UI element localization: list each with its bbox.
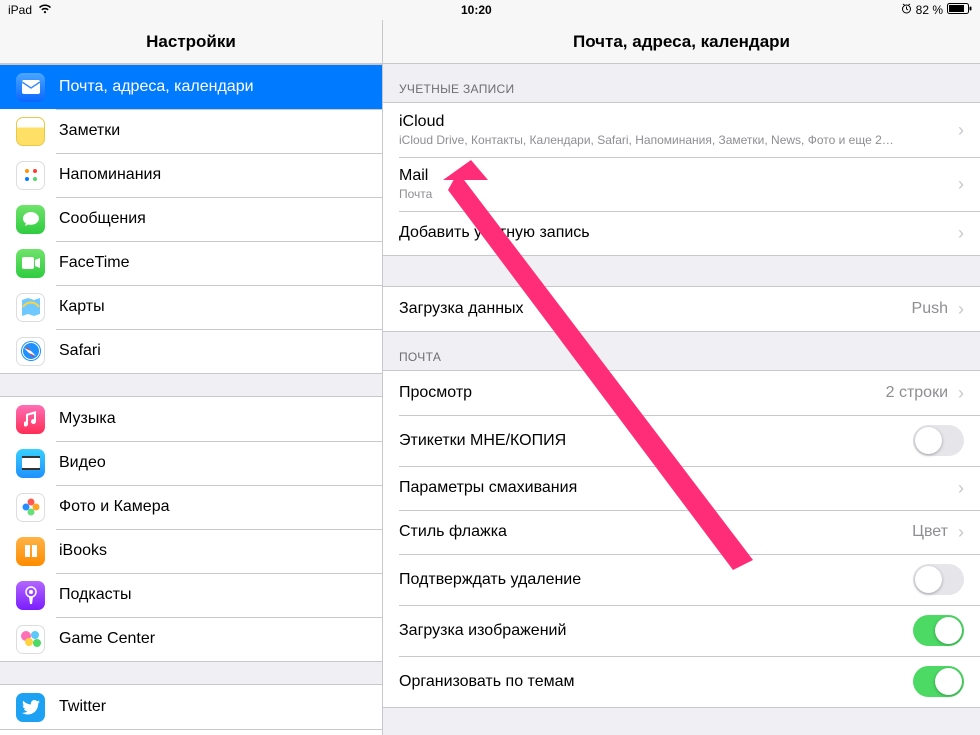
settings-row[interactable]: Подтверждать удаление: [383, 554, 980, 605]
sidebar-item-label: Карты: [59, 298, 105, 316]
safari-icon: [16, 337, 45, 366]
section-header-mail: ПОЧТА: [383, 332, 980, 370]
settings-row[interactable]: Параметры смахивания›: [383, 466, 980, 510]
sidebar-item-label: Game Center: [59, 630, 155, 648]
sidebar-item-ibooks[interactable]: iBooks: [0, 529, 382, 573]
row-title: Добавить учетную запись: [399, 224, 954, 242]
video-icon: [16, 449, 45, 478]
mail-icon: [16, 73, 45, 102]
row-value: 2 строки: [886, 384, 954, 402]
toggle-switch[interactable]: [913, 564, 964, 595]
sidebar-item-mail[interactable]: Почта, адреса, календари: [0, 65, 382, 109]
sidebar-item-music[interactable]: Музыка: [0, 397, 382, 441]
wifi-icon: [38, 3, 52, 17]
row-title: iCloud: [399, 113, 954, 131]
settings-row[interactable]: Стиль флажкаЦвет›: [383, 510, 980, 554]
sidebar-item-rem[interactable]: Напоминания: [0, 153, 382, 197]
settings-row[interactable]: Просмотр2 строки›: [383, 371, 980, 415]
sidebar-item-label: Заметки: [59, 122, 120, 140]
chevron-right-icon: ›: [958, 522, 964, 543]
chevron-right-icon: ›: [958, 174, 964, 195]
sidebar-item-label: Музыка: [59, 410, 116, 428]
chevron-right-icon: ›: [958, 478, 964, 499]
row-value: Push: [912, 300, 954, 318]
sidebar-item-msg[interactable]: Сообщения: [0, 197, 382, 241]
sidebar-item-label: Подкасты: [59, 586, 131, 604]
chevron-right-icon: ›: [958, 299, 964, 320]
section-header-accounts: УЧЕТНЫЕ ЗАПИСИ: [383, 64, 980, 102]
row-title: Стиль флажка: [399, 523, 912, 541]
status-time: 10:20: [461, 3, 492, 17]
maps-icon: [16, 293, 45, 322]
settings-sidebar: Настройки Почта, адреса, календари Заметк…: [0, 20, 383, 735]
settings-row[interactable]: iCloud iCloud Drive, Контакты, Календари,…: [383, 103, 980, 157]
sidebar-item-label: Почта, адреса, календари: [59, 78, 254, 96]
sidebar-item-label: Safari: [59, 342, 101, 360]
row-title: Этикетки МНЕ/КОПИЯ: [399, 432, 913, 450]
chevron-right-icon: ›: [958, 223, 964, 244]
rem-icon: [16, 161, 45, 190]
device-name: iPad: [8, 3, 32, 17]
msg-icon: [16, 205, 45, 234]
sidebar-item-photos[interactable]: Фото и Камера: [0, 485, 382, 529]
row-subtitle: iCloud Drive, Контакты, Календари, Safar…: [399, 133, 954, 147]
status-bar: iPad 10:20 82 %: [0, 0, 980, 20]
sidebar-item-notes[interactable]: Заметки: [0, 109, 382, 153]
row-title: Загрузка изображений: [399, 622, 913, 640]
row-title: Параметры смахивания: [399, 479, 954, 497]
sidebar-item-label: iBooks: [59, 542, 107, 560]
music-icon: [16, 405, 45, 434]
row-title: Просмотр: [399, 384, 886, 402]
chevron-right-icon: ›: [958, 120, 964, 141]
gc-icon: [16, 625, 45, 654]
toggle-switch[interactable]: [913, 615, 964, 646]
ft-icon: [16, 249, 45, 278]
notes-icon: [16, 117, 45, 146]
sidebar-item-label: Фото и Камера: [59, 498, 170, 516]
battery-icon: [947, 3, 972, 17]
sidebar-item-gc[interactable]: Game Center: [0, 617, 382, 661]
row-title: Организовать по темам: [399, 673, 913, 691]
toggle-switch[interactable]: [913, 425, 964, 456]
chevron-right-icon: ›: [958, 383, 964, 404]
row-value: Цвет: [912, 523, 954, 541]
sidebar-item-tw[interactable]: Twitter: [0, 685, 382, 729]
sidebar-item-pod[interactable]: Подкасты: [0, 573, 382, 617]
settings-row[interactable]: Mail Почта ›: [383, 157, 980, 211]
toggle-switch[interactable]: [913, 666, 964, 697]
sidebar-item-label: Напоминания: [59, 166, 161, 184]
alarm-icon: [901, 3, 912, 17]
row-title: Загрузка данных: [399, 300, 912, 318]
tw-icon: [16, 693, 45, 722]
photos-icon: [16, 493, 45, 522]
settings-row[interactable]: Добавить учетную запись›: [383, 211, 980, 255]
pod-icon: [16, 581, 45, 610]
row-subtitle: Почта: [399, 187, 954, 201]
sidebar-item-label: Twitter: [59, 698, 106, 716]
sidebar-item-safari[interactable]: Safari: [0, 329, 382, 373]
detail-pane: Почта, адреса, календари УЧЕТНЫЕ ЗАПИСИi…: [383, 20, 980, 735]
sidebar-title: Настройки: [0, 20, 382, 64]
settings-row[interactable]: Этикетки МНЕ/КОПИЯ: [383, 415, 980, 466]
sidebar-item-ft[interactable]: FaceTime: [0, 241, 382, 285]
battery-percent: 82 %: [916, 3, 943, 17]
sidebar-item-label: Сообщения: [59, 210, 146, 228]
settings-row[interactable]: Загрузка данныхPush›: [383, 287, 980, 331]
row-title: Mail: [399, 167, 954, 185]
sidebar-item-maps[interactable]: Карты: [0, 285, 382, 329]
settings-row[interactable]: Загрузка изображений: [383, 605, 980, 656]
sidebar-item-video[interactable]: Видео: [0, 441, 382, 485]
sidebar-item-label: Видео: [59, 454, 106, 472]
detail-title: Почта, адреса, календари: [383, 20, 980, 64]
ibooks-icon: [16, 537, 45, 566]
row-title: Подтверждать удаление: [399, 571, 913, 589]
settings-row[interactable]: Организовать по темам: [383, 656, 980, 707]
sidebar-item-label: FaceTime: [59, 254, 130, 272]
